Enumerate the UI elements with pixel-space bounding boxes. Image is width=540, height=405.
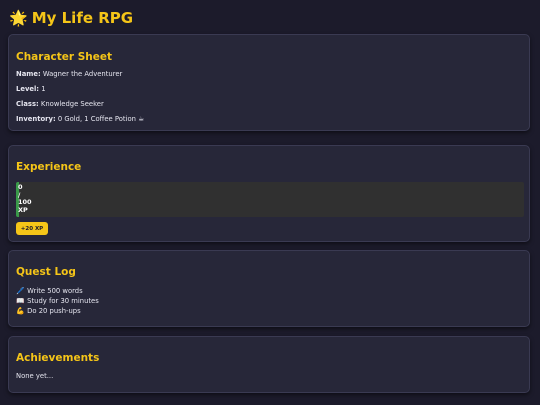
xp-progress-text: 0 / 100 XP <box>18 183 32 214</box>
character-level-row: Level: 1 <box>16 86 46 93</box>
character-name: Wagner the Adventurer <box>42 70 123 78</box>
xp-progress-bar: 0 / 100 XP <box>16 182 524 217</box>
app-title: My Life RPG <box>31 9 134 27</box>
xp-unit: XP <box>18 205 28 214</box>
quest-log-card: Quest Log 🖊️ Write 500 words 📖 Study for… <box>8 250 530 327</box>
quest-text: Do 20 push-ups <box>27 307 81 315</box>
quest-item-pushups[interactable]: 💪 Do 20 push-ups <box>16 306 99 316</box>
app-header: 🌟 My Life RPG <box>9 6 133 30</box>
character-sheet-heading: Character Sheet <box>16 51 113 63</box>
star-icon: 🌟 <box>9 8 28 27</box>
class-label: Class: <box>16 100 39 108</box>
xp-current: 0 <box>18 183 23 191</box>
achievements-card: Achievements None yet... <box>8 336 530 393</box>
character-inventory-row: Inventory: 0 Gold, 1 Coffee Potion ☕ <box>16 116 144 123</box>
flexed-arm-icon: 💪 <box>16 307 25 315</box>
name-label: Name: <box>16 70 41 78</box>
pen-icon: 🖊️ <box>16 287 25 295</box>
quest-list: 🖊️ Write 500 words 📖 Study for 30 minute… <box>16 286 99 316</box>
level-label: Level: <box>16 85 40 93</box>
character-name-row: Name: Wagner the Adventurer <box>16 71 122 78</box>
character-sheet-card: Character Sheet Name: Wagner the Adventu… <box>8 34 530 131</box>
quest-text: Write 500 words <box>27 287 83 295</box>
experience-card: Experience 0 / 100 XP +20 XP <box>8 145 530 242</box>
achievements-empty-text: None yet... <box>16 372 54 380</box>
quest-log-heading: Quest Log <box>16 266 76 278</box>
character-level: 1 <box>41 85 46 93</box>
quest-item-write[interactable]: 🖊️ Write 500 words <box>16 286 99 296</box>
quest-item-study[interactable]: 📖 Study for 30 minutes <box>16 296 99 306</box>
quest-text: Study for 30 minutes <box>27 297 99 305</box>
character-class-row: Class: Knowledge Seeker <box>16 101 104 108</box>
add-xp-button[interactable]: +20 XP <box>16 222 48 235</box>
character-class: Knowledge Seeker <box>40 100 104 108</box>
character-inventory: 0 Gold, 1 Coffee Potion ☕ <box>57 115 145 123</box>
book-icon: 📖 <box>16 297 25 305</box>
inventory-label: Inventory: <box>16 115 56 123</box>
achievements-heading: Achievements <box>16 352 100 364</box>
experience-heading: Experience <box>16 161 82 173</box>
app-root: 🌟 My Life RPG Character Sheet Name: Wagn… <box>0 0 540 405</box>
